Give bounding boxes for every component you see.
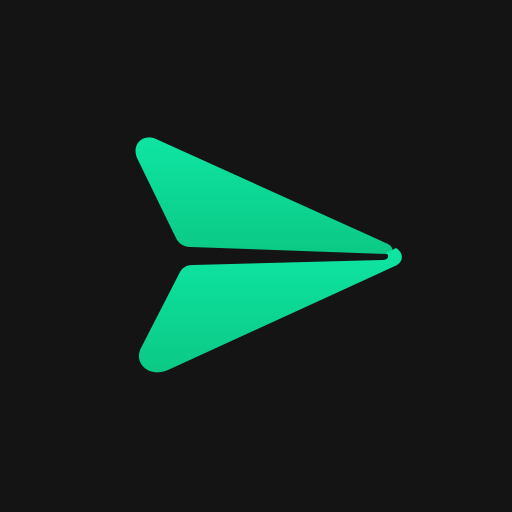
plane-upper-wing	[135, 137, 393, 254]
app-icon-tile[interactable]	[0, 0, 512, 512]
plane-lower-wing	[138, 248, 402, 373]
send-paper-plane-icon	[135, 137, 402, 373]
